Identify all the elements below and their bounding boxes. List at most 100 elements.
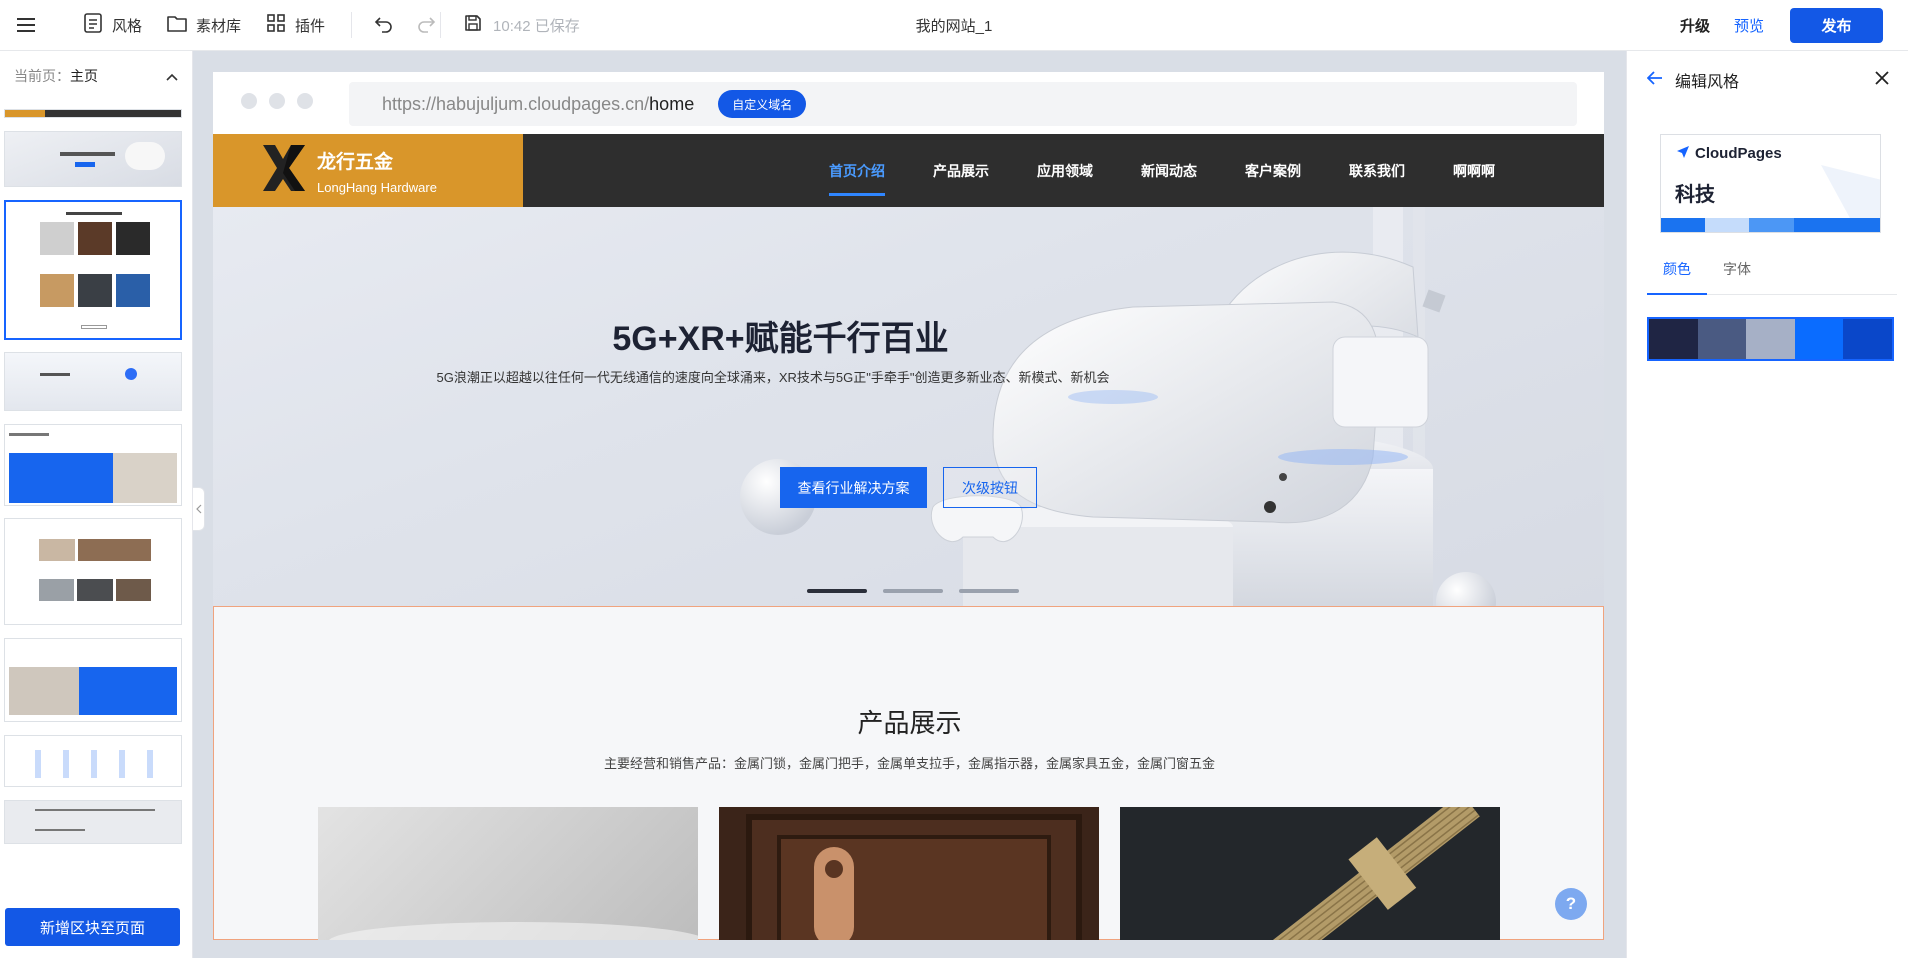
- logo-icon: [1677, 145, 1689, 162]
- url-path: home: [649, 93, 695, 114]
- undo-icon[interactable]: [374, 13, 394, 38]
- brand-logo: [261, 143, 307, 198]
- stripe-segment: [1749, 218, 1794, 232]
- editor-canvas: https://habujuljum.cloudpages.cn/home 自定…: [213, 72, 1604, 940]
- product-image-illustration: [746, 814, 1082, 940]
- color-swatch: [1843, 319, 1892, 359]
- window-dot: [241, 93, 257, 109]
- current-page-prefix: 当前页：: [14, 68, 70, 84]
- page-block-panel: 当前页： 主页 新增区块至页面: [0, 51, 193, 958]
- toolbar-divider: [440, 12, 442, 38]
- products-title: 产品展示: [857, 708, 962, 738]
- hero-primary-button[interactable]: 查看行业解决方案: [780, 467, 927, 508]
- browser-frame-bar: https://habujuljum.cloudpages.cn/home 自定…: [213, 72, 1604, 134]
- style-editor-panel: 编辑风格 CloudPages 科技 颜色 字体: [1626, 51, 1908, 958]
- plugins-icon: [265, 12, 287, 38]
- tab-font[interactable]: 字体: [1707, 255, 1767, 295]
- color-swatch: [1746, 319, 1795, 359]
- color-palette-option[interactable]: [1647, 317, 1894, 361]
- custom-domain-button[interactable]: 自定义域名: [718, 90, 807, 118]
- site-url: https://habujuljum.cloudpages.cn/home 自定…: [349, 82, 1577, 126]
- nav-item-extra[interactable]: 啊啊啊: [1453, 134, 1495, 207]
- product-image-illustration: [329, 922, 698, 940]
- product-image[interactable]: [1120, 807, 1500, 940]
- brand-name: 龙行五金: [317, 151, 394, 173]
- block-thumbnail-feature[interactable]: [4, 352, 182, 411]
- products-subtitle: 主要经营和销售产品：金属门锁，金属门把手，金属单支拉手，金属指示器，金属家具五金…: [603, 756, 1215, 771]
- hero-subtitle: 5G浪潮正以超越以往任何一代无线通信的速度向全球涌来，XR技术与5G正"手牵手"…: [436, 370, 1110, 385]
- window-dot: [269, 93, 285, 109]
- help-button[interactable]: ?: [1555, 888, 1587, 920]
- redo-icon[interactable]: [416, 13, 436, 38]
- carousel-indicator[interactable]: [883, 589, 943, 593]
- stripe-segment: [1793, 218, 1838, 232]
- block-thumbnail-services[interactable]: [4, 735, 182, 787]
- block-thumbnail-about[interactable]: [4, 638, 182, 722]
- card-brand-name: CloudPages: [1695, 145, 1782, 162]
- block-thumbnail-hero[interactable]: [4, 131, 182, 187]
- hero-vr-illustration: [740, 207, 1496, 606]
- current-page-name: 主页: [70, 68, 98, 84]
- current-page-selector[interactable]: 当前页： 主页: [0, 51, 192, 101]
- window-dot: [297, 93, 313, 109]
- folder-icon: [166, 12, 188, 38]
- carousel-indicator[interactable]: [807, 589, 867, 593]
- plugins-label: 插件: [295, 17, 326, 35]
- card-color-stripe: [1661, 218, 1880, 232]
- card-style-name: 科技: [1675, 184, 1715, 206]
- carousel-indicator[interactable]: [959, 589, 1019, 593]
- style-icon: [82, 12, 104, 38]
- close-icon[interactable]: [1875, 68, 1889, 91]
- site-header: 龙行五金 LongHang Hardware 首页介绍 产品展示 应用领域 新闻…: [213, 134, 1604, 207]
- assets-label: 素材库: [196, 17, 242, 35]
- brand-subtitle: LongHang Hardware: [317, 179, 437, 195]
- nav-item-home[interactable]: 首页介绍: [829, 134, 885, 207]
- hero-title: 5G+XR+赋能千行百业: [612, 320, 949, 358]
- card-brand: CloudPages: [1677, 145, 1782, 162]
- stripe-segment: [1705, 218, 1750, 232]
- panel-title: 编辑风格: [1675, 73, 1740, 91]
- chevron-up-icon: [166, 68, 178, 84]
- style-editor-header: 编辑风格: [1627, 51, 1908, 108]
- product-image-illustration: [1256, 807, 1480, 940]
- save-status: 10:42 已保存: [493, 17, 580, 35]
- chevron-left-icon: [195, 504, 201, 514]
- product-image[interactable]: [719, 807, 1099, 940]
- style-preview-card[interactable]: CloudPages 科技: [1660, 134, 1881, 233]
- stripe-segment: [1837, 218, 1880, 232]
- nav-item-cases[interactable]: 客户案例: [1245, 134, 1301, 207]
- top-toolbar: 风格 素材库 插件 10:42 已保存 我的网站_1 升级 预览 发布: [0, 0, 1908, 51]
- products-section[interactable]: 产品展示 主要经营和销售产品：金属门锁，金属门把手，金属单支拉手，金属指示器，金…: [213, 606, 1604, 940]
- nav-item-news[interactable]: 新闻动态: [1141, 134, 1197, 207]
- block-thumbnail-footer[interactable]: [4, 800, 182, 844]
- upgrade-button[interactable]: 升级: [1680, 15, 1710, 36]
- stripe-segment: [1661, 218, 1706, 232]
- plugins-button[interactable]: 插件: [265, 12, 325, 38]
- nav-item-applications[interactable]: 应用领域: [1037, 134, 1093, 207]
- nav-item-products[interactable]: 产品展示: [933, 134, 989, 207]
- url-prefix: https://habujuljum.cloudpages.cn/: [382, 93, 650, 114]
- add-block-button[interactable]: 新增区块至页面: [5, 908, 180, 946]
- back-arrow-icon[interactable]: [1646, 69, 1663, 90]
- style-label: 风格: [112, 17, 143, 35]
- nav-item-contact[interactable]: 联系我们: [1349, 134, 1405, 207]
- style-button[interactable]: 风格: [82, 12, 142, 38]
- save-icon[interactable]: [463, 13, 483, 38]
- tab-color[interactable]: 颜色: [1647, 255, 1707, 295]
- site-nav: 首页介绍 产品展示 应用领域 新闻动态 客户案例 联系我们 啊啊啊: [829, 134, 1543, 207]
- product-image[interactable]: [318, 807, 698, 940]
- block-thumbnail-gallery[interactable]: [4, 518, 182, 625]
- collapse-panel-handle[interactable]: [193, 487, 205, 531]
- publish-button[interactable]: 发布: [1790, 8, 1883, 43]
- block-thumbnail-products[interactable]: [4, 200, 182, 340]
- assets-button[interactable]: 素材库: [166, 12, 241, 38]
- block-thumbnail-header[interactable]: [4, 109, 182, 118]
- site-brand[interactable]: 龙行五金 LongHang Hardware: [213, 134, 523, 207]
- block-thumbnail-banner[interactable]: [4, 424, 182, 506]
- menu-icon[interactable]: [0, 0, 52, 51]
- color-swatch: [1697, 319, 1747, 359]
- toolbar-divider: [351, 12, 353, 38]
- preview-button[interactable]: 预览: [1734, 15, 1764, 36]
- hero-banner[interactable]: 5G+XR+赋能千行百业 5G浪潮正以超越以往任何一代无线通信的速度向全球涌来，…: [213, 207, 1604, 606]
- hero-secondary-button[interactable]: 次级按钮: [943, 467, 1037, 508]
